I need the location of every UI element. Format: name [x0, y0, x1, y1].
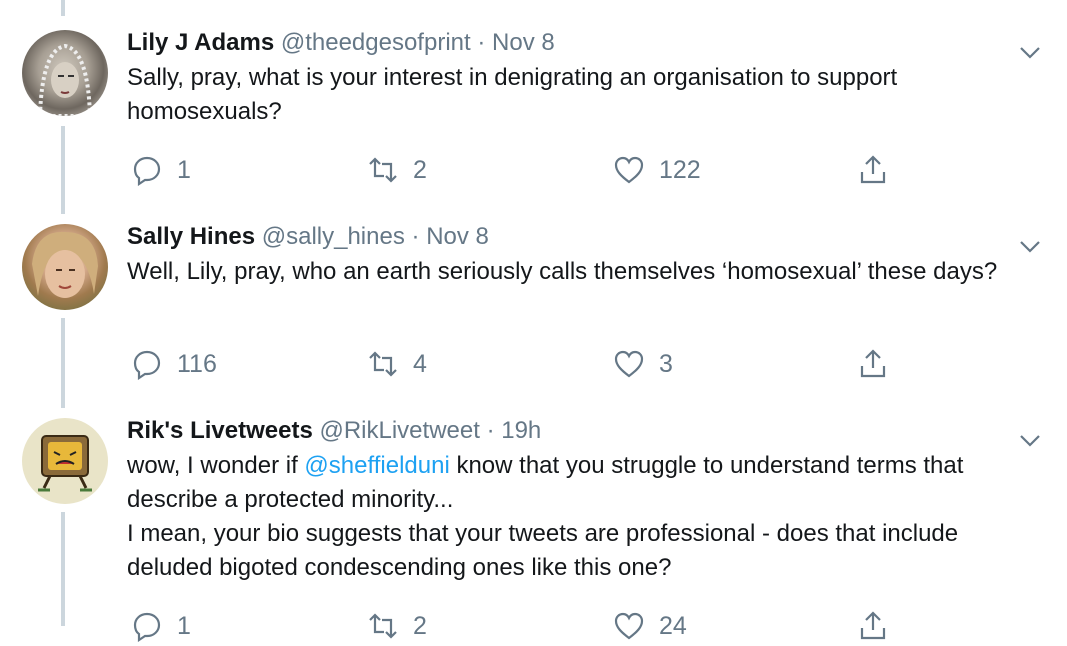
author-name[interactable]: Sally Hines	[127, 223, 255, 250]
like-button[interactable]: 3	[613, 344, 673, 384]
like-count: 24	[659, 611, 687, 640]
timestamp[interactable]: 19h	[501, 417, 541, 444]
avatar[interactable]	[22, 30, 108, 116]
author-name[interactable]: Lily J Adams	[127, 29, 274, 56]
retweet-icon	[369, 157, 397, 183]
tweet-actions: 1 2 24	[127, 606, 907, 646]
separator: ·	[486, 417, 495, 444]
reply-button[interactable]: 1	[131, 150, 191, 190]
tweet-content: Rik's Livetweets @RikLivetweet · 19h wow…	[127, 416, 1047, 585]
timestamp[interactable]: Nov 8	[426, 223, 489, 250]
retweet-icon	[369, 351, 397, 377]
like-icon	[614, 612, 644, 640]
share-icon	[860, 349, 886, 378]
like-count: 3	[659, 349, 673, 378]
chevron-down-icon[interactable]	[1019, 46, 1041, 60]
like-icon	[614, 156, 644, 184]
tweet[interactable]: Lily J Adams @theedgesofprint · Nov 8 Sa…	[0, 28, 1067, 218]
share-button[interactable]	[857, 150, 889, 190]
chevron-down-icon[interactable]	[1019, 240, 1041, 254]
reply-count: 1	[177, 155, 191, 184]
tweet-header: Sally Hines @sally_hines · Nov 8	[127, 222, 1047, 252]
share-icon	[860, 155, 886, 184]
retweet-button[interactable]: 4	[367, 344, 427, 384]
like-button[interactable]: 24	[613, 606, 687, 646]
reply-icon	[133, 156, 161, 186]
chevron-down-icon[interactable]	[1019, 434, 1041, 448]
separator: ·	[477, 29, 486, 56]
tweet-actions: 116 4 3	[127, 344, 907, 384]
share-button[interactable]	[857, 344, 889, 384]
author-handle[interactable]: @RikLivetweet	[319, 417, 479, 444]
tweet-text: Sally, pray, what is your interest in de…	[127, 64, 898, 125]
share-button[interactable]	[857, 606, 889, 646]
tweet[interactable]: Rik's Livetweets @RikLivetweet · 19h wow…	[0, 416, 1067, 642]
author-name[interactable]: Rik's Livetweets	[127, 417, 313, 444]
separator: ·	[411, 223, 420, 250]
thread-line	[61, 0, 65, 16]
tweet-header: Lily J Adams @theedgesofprint · Nov 8	[127, 28, 1047, 58]
reply-count: 1	[177, 611, 191, 640]
author-handle[interactable]: @sally_hines	[262, 223, 405, 250]
tweet-text: wow, I wonder if @sheffielduni know that…	[127, 449, 1047, 585]
mention-link[interactable]: @sheffielduni	[304, 452, 449, 479]
like-icon	[614, 350, 644, 378]
tweet-content: Sally Hines @sally_hines · Nov 8 Well, L…	[127, 222, 1047, 289]
author-handle[interactable]: @theedgesofprint	[281, 29, 471, 56]
reply-count: 116	[177, 349, 217, 378]
share-icon	[860, 611, 886, 640]
retweet-count: 2	[413, 611, 427, 640]
avatar[interactable]	[22, 418, 108, 504]
retweet-count: 4	[413, 349, 427, 378]
tweet-actions: 1 2 122	[127, 150, 907, 190]
tweet-content: Lily J Adams @theedgesofprint · Nov 8 Sa…	[127, 28, 1047, 129]
like-count: 122	[659, 155, 701, 184]
retweet-button[interactable]: 2	[367, 606, 427, 646]
tweet-text-part: I mean, your bio suggests that your twee…	[127, 520, 959, 581]
avatar[interactable]	[22, 224, 108, 310]
tweet-text-part: wow, I wonder if	[127, 452, 305, 479]
timestamp[interactable]: Nov 8	[492, 29, 555, 56]
tweet-header: Rik's Livetweets @RikLivetweet · 19h	[127, 416, 1047, 446]
reply-button[interactable]: 116	[131, 344, 217, 384]
tweet-text: Well, Lily, pray, who an earth seriously…	[127, 258, 998, 285]
retweet-icon	[369, 613, 397, 639]
like-button[interactable]: 122	[613, 150, 701, 190]
tweet[interactable]: Sally Hines @sally_hines · Nov 8 Well, L…	[0, 222, 1067, 412]
reply-button[interactable]: 1	[131, 606, 191, 646]
retweet-button[interactable]: 2	[367, 150, 427, 190]
retweet-count: 2	[413, 155, 427, 184]
reply-icon	[133, 612, 161, 642]
reply-icon	[133, 350, 161, 380]
